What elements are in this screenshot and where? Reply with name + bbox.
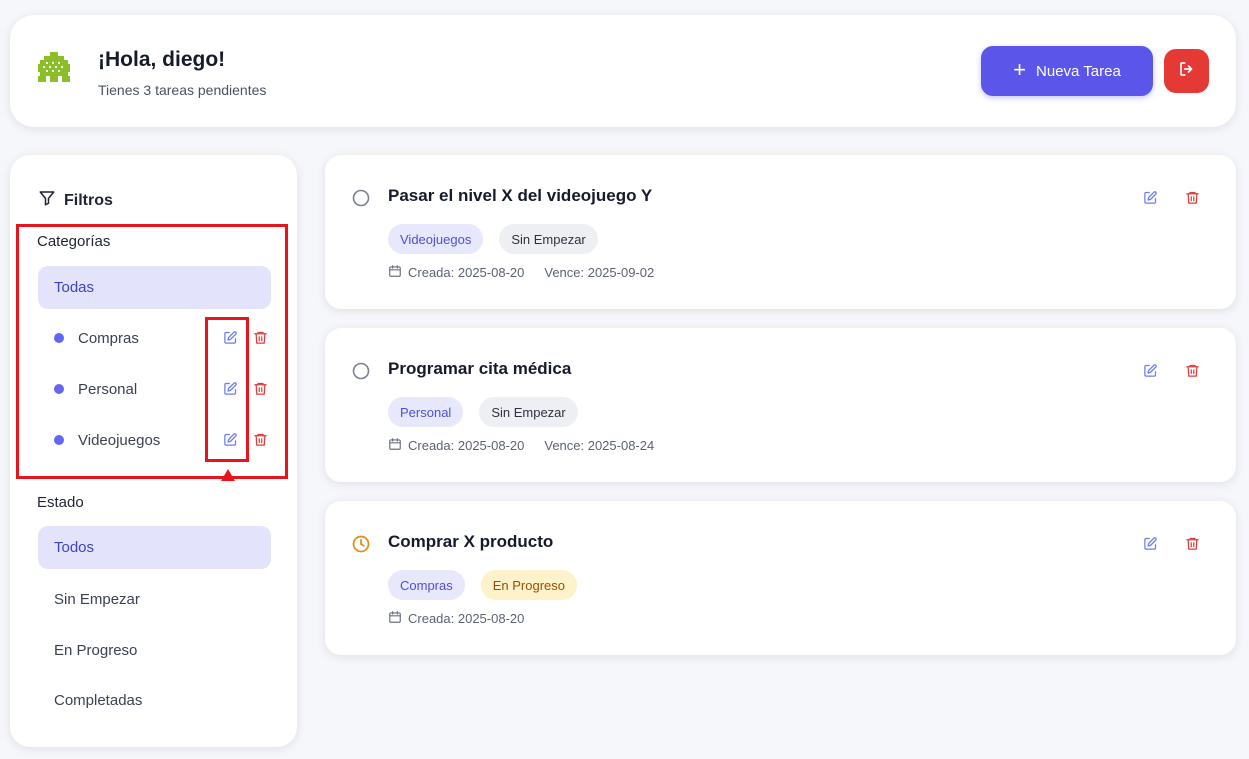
edit-category-icon[interactable] — [222, 329, 238, 345]
circle-icon[interactable] — [352, 362, 370, 380]
due-date: Vence: 2025-08-24 — [544, 438, 655, 453]
calendar-icon — [388, 264, 402, 281]
delete-category-icon[interactable] — [252, 431, 268, 447]
delete-task-icon[interactable] — [1184, 535, 1200, 551]
category-color-dot — [54, 435, 64, 445]
clock-icon[interactable] — [352, 535, 370, 553]
category-item-videojuegos[interactable]: Videojuegos — [38, 420, 271, 460]
category-label: Compras — [78, 329, 139, 347]
circle-icon[interactable] — [352, 189, 370, 207]
category-badge: Videojuegos — [388, 224, 484, 254]
edit-task-icon[interactable] — [1142, 535, 1158, 551]
status-label: Estado — [37, 494, 84, 511]
task-card[interactable]: Programar cita médica Personal Sin Empez… — [325, 328, 1236, 482]
calendar-icon — [388, 437, 402, 454]
status-filter-completed[interactable]: Completadas — [38, 679, 271, 722]
new-task-button[interactable]: + Nueva Tarea — [981, 46, 1153, 96]
new-task-label: Nueva Tarea — [1036, 62, 1121, 80]
category-label: Videojuegos — [78, 431, 161, 449]
delete-task-icon[interactable] — [1184, 362, 1200, 378]
status-badge: Sin Empezar — [479, 397, 578, 427]
edit-task-icon[interactable] — [1142, 189, 1158, 205]
category-color-dot — [54, 384, 64, 394]
status-filter-label: En Progreso — [54, 642, 138, 659]
task-title: Programar cita médica — [388, 359, 572, 378]
created-date: Creada: 2025-08-20 — [408, 265, 525, 280]
logout-button[interactable] — [1164, 49, 1209, 93]
delete-category-icon[interactable] — [252, 329, 268, 345]
task-title: Pasar el nivel X del videojuego Y — [388, 186, 653, 205]
logout-icon — [1178, 60, 1196, 83]
category-color-dot — [54, 333, 64, 343]
calendar-icon — [388, 610, 402, 627]
status-badge: En Progreso — [480, 570, 578, 600]
category-item-personal[interactable]: Personal — [38, 369, 271, 409]
filters-sidebar: Filtros Categorías Todas Compras Persona… — [10, 155, 297, 747]
pending-tasks-count: Tienes 3 tareas pendientes — [98, 82, 267, 98]
greeting-title: ¡Hola, diego! — [98, 48, 226, 71]
status-filter-label: Sin Empezar — [54, 591, 140, 608]
category-filter-all-label: Todas — [54, 279, 95, 296]
edit-category-icon[interactable] — [222, 380, 238, 396]
status-filter-not-started[interactable]: Sin Empezar — [38, 578, 271, 621]
category-item-compras[interactable]: Compras — [38, 318, 271, 358]
category-badge: Personal — [388, 397, 464, 427]
categories-label: Categorías — [37, 233, 111, 250]
task-card[interactable]: Pasar el nivel X del videojuego Y Videoj… — [325, 155, 1236, 309]
status-badge: Sin Empezar — [499, 224, 598, 254]
task-card[interactable]: Comprar X producto Compras En Progreso C… — [325, 501, 1236, 655]
annotation-arrow — [221, 469, 235, 481]
created-date: Creada: 2025-08-20 — [408, 438, 525, 453]
pixel-avatar-icon — [36, 50, 72, 86]
status-filter-all[interactable]: Todos — [38, 526, 271, 569]
plus-icon: + — [1013, 57, 1027, 82]
category-badge: Compras — [388, 570, 465, 600]
delete-task-icon[interactable] — [1184, 189, 1200, 205]
status-filter-label: Completadas — [54, 692, 143, 709]
header-card: ¡Hola, diego! Tienes 3 tareas pendientes… — [10, 15, 1236, 127]
category-label: Personal — [78, 380, 138, 398]
status-filter-label: Todos — [54, 539, 95, 556]
created-date: Creada: 2025-08-20 — [408, 611, 525, 626]
task-title: Comprar X producto — [388, 532, 554, 551]
filters-title: Filtros — [64, 191, 113, 209]
edit-task-icon[interactable] — [1142, 362, 1158, 378]
filters-heading: Filtros — [38, 189, 113, 212]
funnel-icon — [38, 189, 56, 212]
delete-category-icon[interactable] — [252, 380, 268, 396]
due-date: Vence: 2025-09-02 — [544, 265, 655, 280]
status-filter-in-progress[interactable]: En Progreso — [38, 629, 271, 672]
category-filter-all[interactable]: Todas — [38, 266, 271, 309]
edit-category-icon[interactable] — [222, 431, 238, 447]
